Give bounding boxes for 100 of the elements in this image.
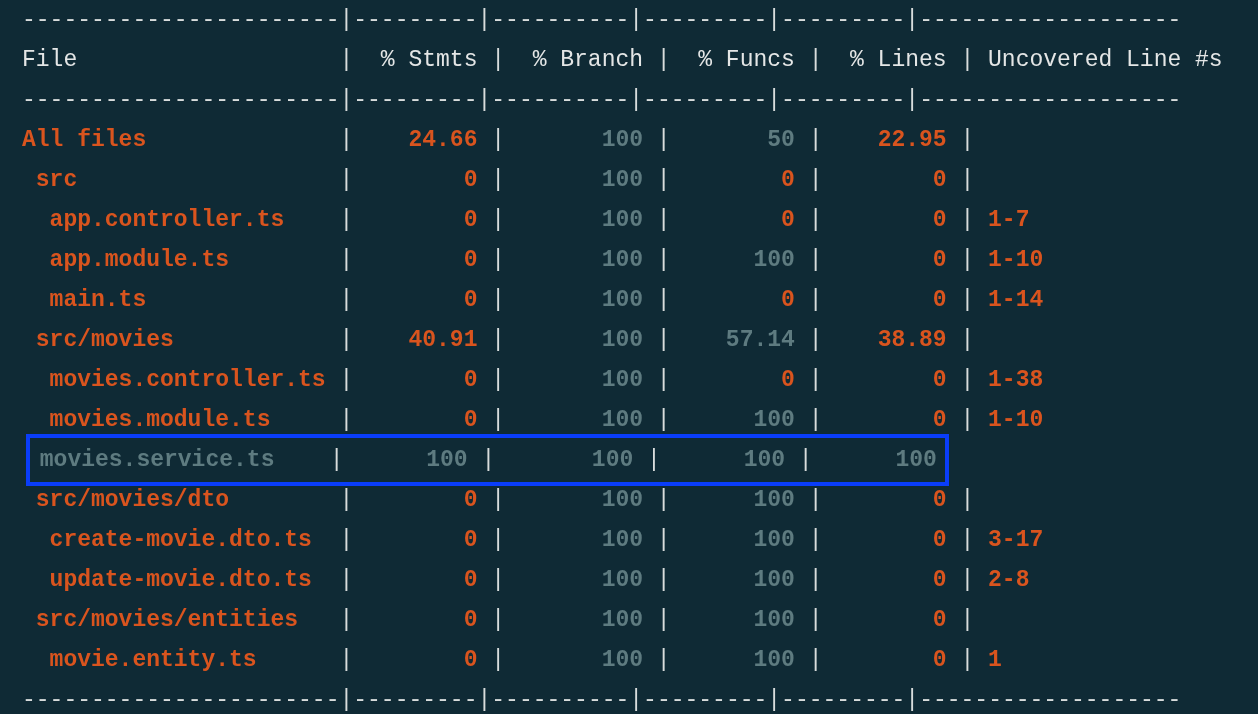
column-header: % Branch (531, 46, 644, 75)
coverage-value: 57.14 (724, 326, 795, 355)
file-name: src/movies/dto (34, 486, 231, 515)
coverage-value: 100 (600, 126, 644, 155)
column-separator: | (339, 646, 354, 675)
coverage-value: 100 (600, 286, 644, 315)
column-separator: | (339, 406, 354, 435)
coverage-value: 100 (752, 566, 795, 595)
column-header: % Funcs (697, 46, 795, 75)
column-separator: | (656, 326, 671, 355)
column-separator: | (808, 606, 823, 635)
coverage-value: 100 (752, 606, 795, 635)
coverage-value: 0 (931, 606, 947, 635)
column-separator: | (339, 166, 354, 195)
column-separator: | (339, 326, 354, 355)
coverage-value: 100 (600, 606, 644, 635)
coverage-value: 100 (894, 446, 937, 475)
column-separator: | (656, 286, 671, 315)
file-name: main.ts (48, 286, 148, 315)
column-separator: | (491, 126, 506, 155)
coverage-value: 100 (752, 246, 795, 275)
column-separator: | (960, 406, 975, 435)
column-separator: | (339, 566, 354, 595)
column-separator: | (960, 486, 975, 515)
uncovered-lines: 1-14 (988, 286, 1044, 315)
coverage-value: 22.95 (876, 126, 947, 155)
coverage-value: 0 (462, 406, 478, 435)
column-separator: | (960, 246, 975, 275)
column-separator: | (808, 246, 823, 275)
table-rule: -----------------------|---------|----------|---------|---------|------------------- (22, 686, 1182, 714)
column-separator: | (808, 46, 823, 75)
column-separator: | (481, 446, 496, 475)
column-separator: | (329, 446, 344, 475)
column-separator: | (960, 46, 975, 75)
file-name: movie.entity.ts (48, 646, 258, 675)
file-name: app.module.ts (48, 246, 231, 275)
coverage-value: 100 (600, 566, 644, 595)
column-separator: | (339, 126, 354, 155)
column-separator: | (808, 166, 823, 195)
column-separator: | (491, 286, 506, 315)
uncovered-lines: 2-8 (988, 566, 1030, 595)
column-separator: | (656, 46, 671, 75)
column-separator: | (656, 406, 671, 435)
column-separator: | (808, 326, 823, 355)
coverage-value: 0 (780, 206, 795, 235)
coverage-value: 100 (752, 526, 795, 555)
coverage-value: 100 (752, 406, 795, 435)
column-separator: | (656, 166, 671, 195)
column-header: % Stmts (379, 46, 478, 75)
coverage-value: 0 (462, 206, 478, 235)
column-separator: | (808, 126, 823, 155)
column-separator: | (808, 646, 823, 675)
coverage-value: 0 (931, 406, 947, 435)
table-rule: -----------------------|---------|----------|---------|---------|------------------- (22, 6, 1182, 35)
coverage-value: 100 (600, 526, 644, 555)
file-name: All files (22, 126, 148, 155)
column-separator: | (960, 166, 975, 195)
uncovered-lines: 1 (988, 646, 1002, 675)
column-separator: | (656, 126, 671, 155)
column-header: File (22, 46, 79, 75)
file-name: src (34, 166, 79, 195)
file-name: update-movie.dto.ts (48, 566, 313, 595)
coverage-value: 0 (462, 246, 478, 275)
coverage-value: 0 (462, 166, 478, 195)
column-separator: | (798, 446, 813, 475)
column-separator: | (808, 526, 823, 555)
column-separator: | (491, 646, 506, 675)
coverage-value: 100 (590, 446, 634, 475)
column-separator: | (960, 286, 975, 315)
column-separator: | (808, 486, 823, 515)
column-separator: | (491, 246, 506, 275)
table-rule: -----------------------|---------|----------|---------|---------|------------------- (22, 86, 1182, 115)
column-separator: | (960, 646, 975, 675)
column-separator: | (656, 566, 671, 595)
coverage-value: 0 (931, 166, 947, 195)
coverage-value: 40.91 (407, 326, 478, 355)
coverage-value: 0 (931, 246, 947, 275)
coverage-value: 100 (600, 486, 644, 515)
coverage-value: 0 (931, 486, 947, 515)
coverage-value: 100 (600, 166, 644, 195)
coverage-value: 50 (766, 126, 795, 155)
column-separator: | (656, 246, 671, 275)
coverage-value: 0 (931, 566, 947, 595)
column-separator: | (960, 326, 975, 355)
coverage-value: 100 (600, 326, 644, 355)
column-separator: | (339, 366, 354, 395)
coverage-value: 100 (600, 246, 644, 275)
column-separator: | (491, 526, 506, 555)
column-separator: | (491, 406, 506, 435)
column-separator: | (339, 286, 354, 315)
coverage-value: 0 (462, 606, 478, 635)
coverage-value: 100 (600, 646, 644, 675)
column-separator: | (491, 486, 506, 515)
coverage-value: 0 (931, 286, 947, 315)
column-separator: | (960, 126, 975, 155)
column-separator: | (339, 486, 354, 515)
file-name: movies.controller.ts (48, 366, 327, 395)
file-name: app.controller.ts (48, 206, 286, 235)
file-name: movies.service.ts (38, 446, 276, 475)
coverage-value: 0 (462, 286, 478, 315)
